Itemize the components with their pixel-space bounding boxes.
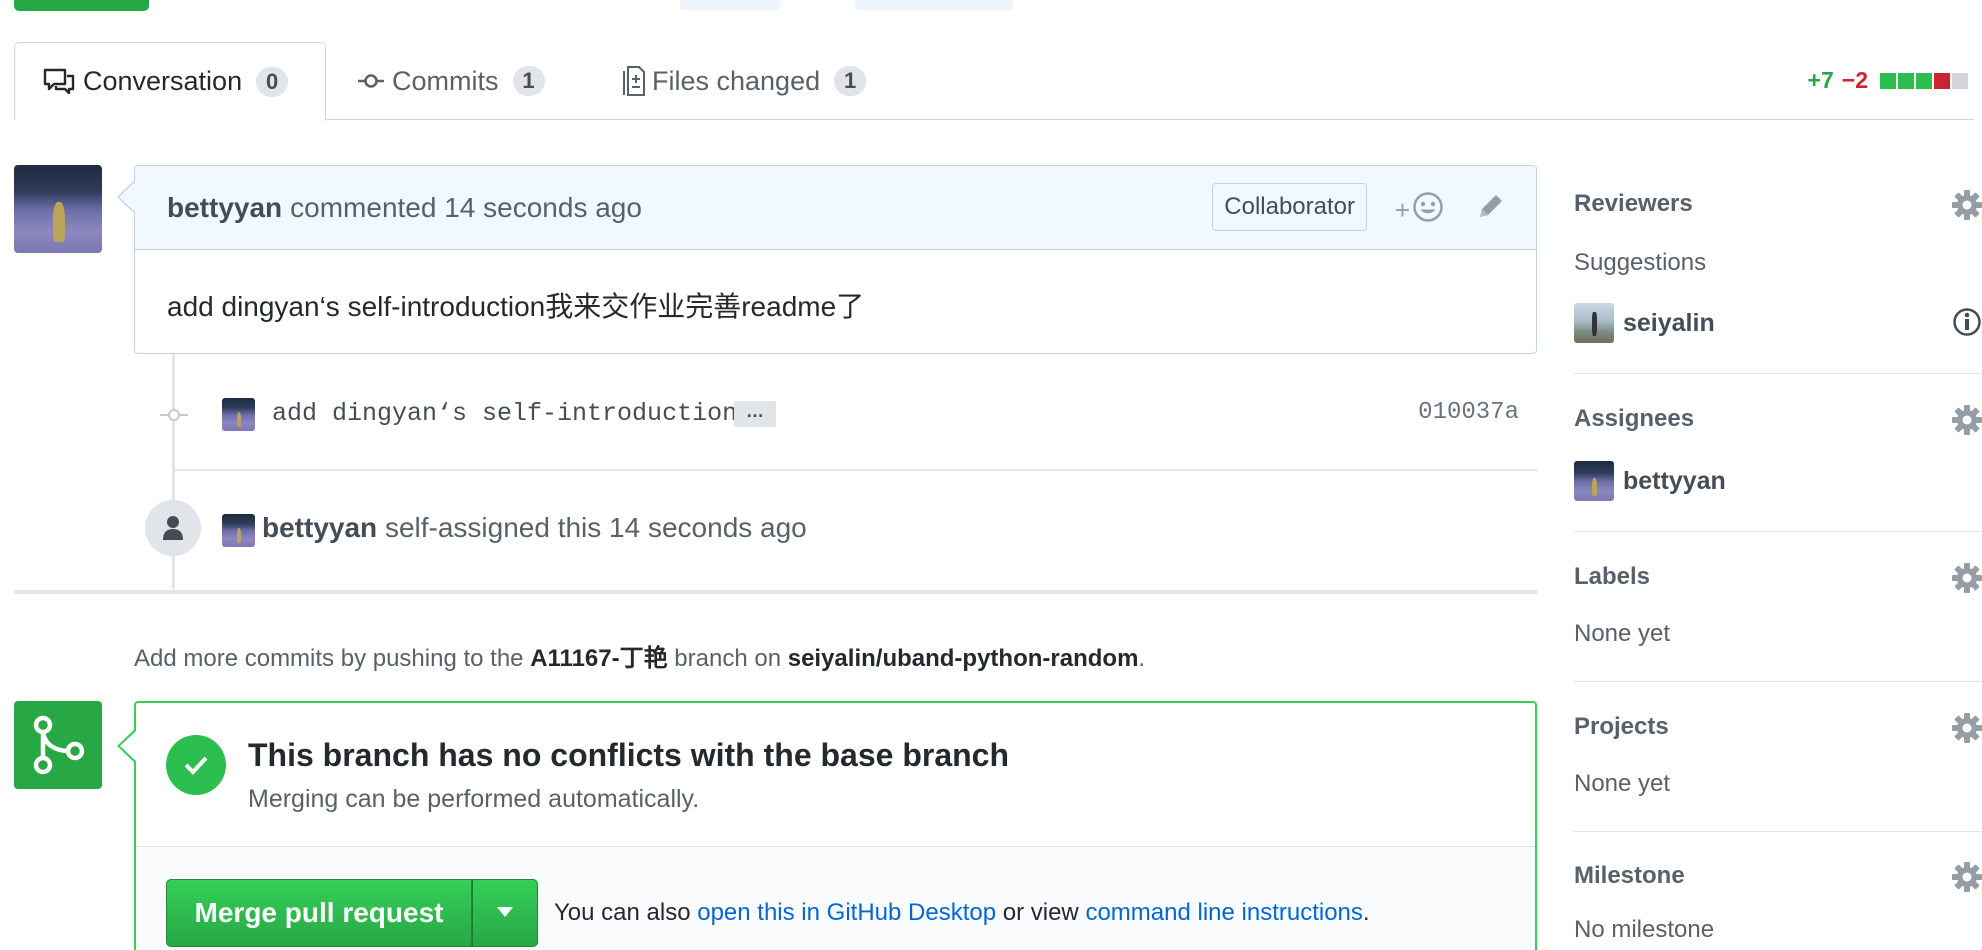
collaborator-badge: Collaborator (1212, 183, 1367, 231)
merge-status-title: This branch has no conflicts with the ba… (248, 737, 1010, 773)
push-hint-repo: seiyalin/uband-python-random (787, 645, 1139, 672)
comment-body: add dingyan‘s self-introduction我来交作业完善re… (167, 291, 865, 322)
commit-author-avatar[interactable] (222, 398, 255, 431)
push-hint-prefix: Add more commits by pushing to the (134, 645, 524, 672)
merge-also-suffix: . (1362, 899, 1370, 926)
info-icon[interactable] (1952, 307, 1982, 342)
tab-commits-count: 1 (512, 66, 545, 96)
milestone-value: No milestone (1574, 916, 1715, 943)
tab-conversation-count: 0 (256, 66, 289, 97)
assign-author[interactable]: bettyyan (262, 512, 377, 543)
commit-message[interactable]: add dingyan‘s self-introduction (272, 399, 737, 428)
check-icon (166, 735, 226, 795)
diffstat: +7 −2 (1808, 67, 1968, 94)
tab-conversation-label: Conversation (83, 66, 243, 96)
sidebar-projects: Projects None yet (1574, 682, 1982, 832)
diffstat-block-added (1898, 72, 1914, 89)
suggested-reviewer-name: seiyalin (1623, 308, 1715, 337)
reviewers-suggestions-label: Suggestions (1574, 249, 1707, 276)
tab-commits[interactable]: Commits 1 (358, 42, 545, 120)
assign-event: bettyyan self-assigned this 14 seconds a… (262, 512, 807, 544)
gear-icon[interactable] (1952, 190, 1982, 225)
milestone-heading[interactable]: Milestone (1574, 862, 1685, 890)
pr-tabnav: Conversation 0 Commits 1 Files changed 1… (14, 42, 1974, 121)
smiley-icon (1412, 191, 1444, 230)
git-commit-icon (160, 407, 188, 428)
gear-icon[interactable] (1952, 713, 1982, 748)
comment-caret (117, 180, 136, 214)
merge-box-caret (117, 729, 136, 763)
gear-icon[interactable] (1952, 405, 1982, 440)
reviewers-heading[interactable]: Reviewers (1574, 190, 1693, 218)
sidebar-labels: Labels None yet (1574, 532, 1982, 682)
projects-heading[interactable]: Projects (1574, 713, 1669, 741)
merge-method-dropdown-button[interactable] (472, 879, 538, 947)
command-line-instructions-link[interactable]: command line instructions (1085, 899, 1362, 926)
tab-conversation[interactable]: Conversation 0 (14, 42, 326, 121)
assignees-heading[interactable]: Assignees (1574, 405, 1694, 433)
top-green-button-edge (14, 0, 149, 11)
merge-status: This branch has no conflicts with the ba… (136, 703, 1535, 847)
sidebar-milestone: Milestone No milestone (1574, 832, 1982, 950)
comment-timestamp[interactable]: commented 14 seconds ago (290, 192, 642, 224)
push-hint: Add more commits by pushing to the A1116… (134, 638, 1145, 673)
plus-icon: + (1394, 195, 1410, 225)
tab-files-changed-count: 1 (834, 66, 867, 96)
diffstat-deletions: −2 (1841, 67, 1868, 93)
merge-actions: Merge pull request You can also open thi… (136, 847, 1535, 950)
top-button-edge (855, 0, 1013, 10)
diffstat-block-deleted (1934, 72, 1950, 89)
sidebar-reviewers: Reviewers Suggestions seiyalin (1574, 165, 1982, 374)
pr-description-comment: bettyyan commented 14 seconds ago Collab… (117, 165, 1537, 354)
sidebar-assignees: Assignees bettyyan (1574, 374, 1982, 532)
diffstat-block-added (1880, 72, 1896, 89)
avatar (1574, 461, 1614, 501)
tab-files-changed-label: Files changed (652, 65, 821, 96)
open-in-desktop-link[interactable]: open this in GitHub Desktop (697, 899, 996, 926)
labels-heading[interactable]: Labels (1574, 563, 1650, 591)
assign-event-text: self-assigned this 14 seconds ago (384, 512, 807, 543)
git-commit-icon (358, 71, 384, 91)
assignee-name: bettyyan (1623, 466, 1726, 495)
file-diff-icon (622, 65, 646, 97)
comment-author[interactable]: bettyyan (167, 192, 282, 224)
commit-sha[interactable]: 010037a (1418, 399, 1519, 426)
gear-icon[interactable] (1952, 563, 1982, 598)
pr-sidebar: Reviewers Suggestions seiyalin Assignees… (1574, 165, 1982, 950)
merge-also-middle: or view (1002, 899, 1079, 926)
merge-pull-request-button[interactable]: Merge pull request (166, 879, 472, 947)
merge-alternatives: You can also open this in GitHub Desktop… (554, 899, 1370, 927)
push-hint-middle: branch on (674, 645, 782, 672)
merge-box: This branch has no conflicts with the ba… (117, 701, 1537, 950)
timeline-end-divider (14, 590, 1537, 594)
diffstat-block-neutral (1952, 72, 1968, 89)
labels-value: None yet (1574, 620, 1671, 647)
commit-expand-button[interactable]: … (734, 401, 776, 427)
tab-files-changed[interactable]: Files changed 1 (622, 42, 867, 120)
edit-pencil-icon[interactable] (1476, 191, 1506, 226)
top-button-edge (680, 0, 780, 10)
git-merge-icon (14, 701, 102, 789)
merge-status-subtitle: Merging can be performed automatically. (248, 785, 700, 813)
comment-discussion-icon (43, 68, 75, 96)
diffstat-additions: +7 (1807, 67, 1834, 93)
tab-commits-label: Commits (392, 65, 499, 96)
suggested-reviewer[interactable]: seiyalin (1574, 303, 1715, 343)
gear-icon[interactable] (1952, 862, 1982, 897)
timeline-separator (173, 469, 1537, 471)
assignee[interactable]: bettyyan (1574, 461, 1726, 501)
person-icon (145, 500, 201, 556)
merge-also-prefix: You can also (554, 899, 691, 926)
push-hint-branch: A11167-丁艳 (530, 645, 668, 672)
triangle-down-icon (497, 904, 513, 922)
commit-item: add dingyan‘s self-introduction … 010037… (160, 395, 1537, 437)
avatar (1574, 303, 1614, 343)
assign-author-avatar[interactable] (222, 514, 255, 547)
diffstat-block-added (1916, 72, 1932, 89)
projects-value: None yet (1574, 770, 1671, 797)
add-reaction-button[interactable]: + (1395, 191, 1444, 230)
comment-author-avatar[interactable] (14, 165, 102, 253)
push-hint-suffix: . (1138, 645, 1146, 672)
